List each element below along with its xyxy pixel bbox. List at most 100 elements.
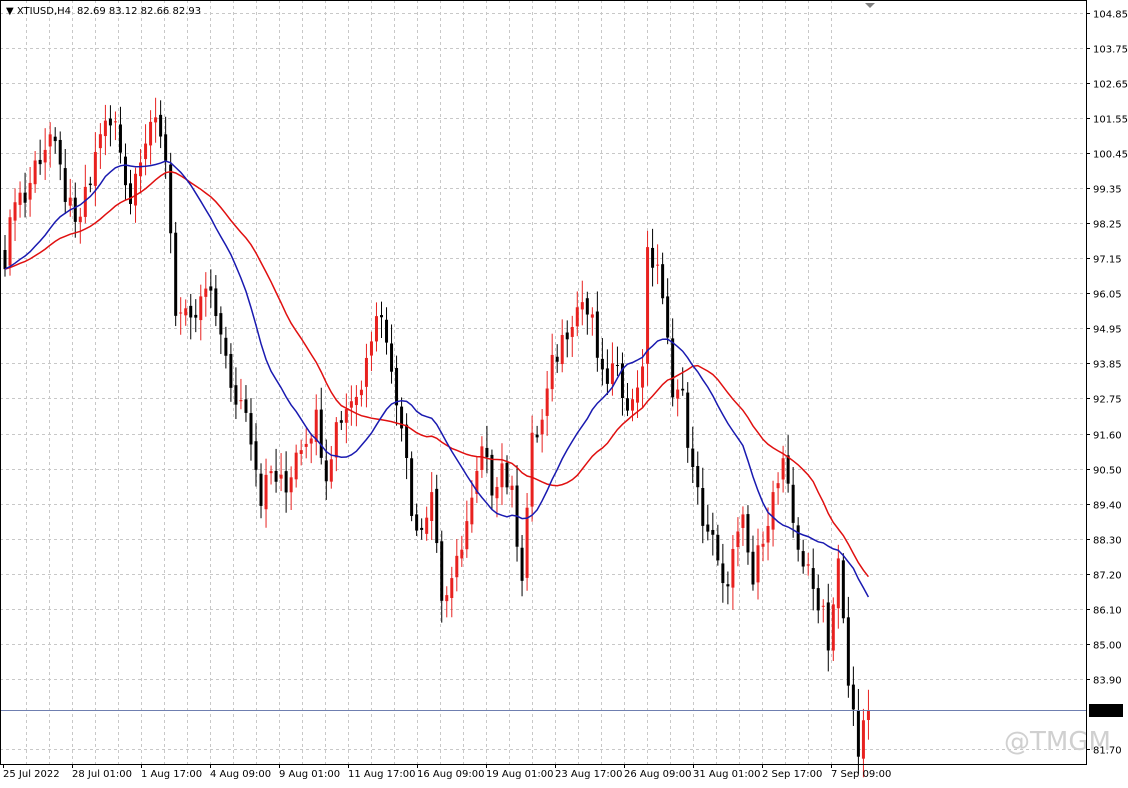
candle-body bbox=[535, 434, 539, 438]
candle-body bbox=[520, 547, 524, 581]
candle-body bbox=[530, 432, 534, 507]
candle-body bbox=[395, 367, 399, 406]
candle-body bbox=[359, 389, 363, 396]
time-axis-label: 7 Sep 09:00 bbox=[831, 769, 891, 780]
candle-body bbox=[344, 409, 348, 423]
price-axis-label: 101.55 bbox=[1093, 115, 1128, 126]
candle-body bbox=[259, 473, 263, 506]
price-axis-label: 91.60 bbox=[1093, 431, 1122, 442]
candle-body bbox=[465, 521, 469, 550]
current-price-label: 82.93 bbox=[1093, 706, 1122, 717]
candle-body bbox=[736, 531, 740, 548]
candle-body bbox=[284, 471, 288, 493]
candle-body bbox=[636, 387, 640, 403]
candle-body bbox=[93, 152, 97, 186]
candle-body bbox=[861, 720, 865, 759]
candle-body bbox=[159, 114, 163, 137]
candle-body bbox=[264, 474, 268, 510]
candle-body bbox=[73, 197, 77, 222]
candle-body bbox=[144, 143, 148, 160]
candle-body bbox=[560, 335, 564, 365]
candle-body bbox=[500, 463, 504, 488]
candle-body bbox=[103, 120, 107, 137]
candle-body bbox=[123, 156, 127, 186]
candle-body bbox=[209, 286, 213, 291]
candle-body bbox=[415, 514, 419, 531]
candle-body bbox=[274, 470, 278, 482]
current-price-tag: 82.93 bbox=[1089, 704, 1123, 717]
candle-body bbox=[349, 401, 353, 408]
time-axis-label: 26 Aug 09:00 bbox=[624, 769, 691, 780]
candle-body bbox=[605, 368, 609, 384]
candle-body bbox=[656, 264, 660, 266]
candle-body bbox=[565, 332, 569, 340]
candle-body bbox=[570, 327, 574, 337]
candle-body bbox=[555, 356, 559, 362]
candlestick-chart[interactable]: @TMGM 104.85103.75102.65101.55100.4599.3… bbox=[0, 0, 1128, 784]
candle-body bbox=[791, 484, 795, 523]
chart-window[interactable]: @TMGM 104.85 103.75 102.65 101.55 100.45 99.3… bbox=[0, 0, 1128, 784]
price-axis-label: 93.85 bbox=[1093, 360, 1122, 371]
price-axis-label: 102.65 bbox=[1093, 80, 1128, 91]
candle-body bbox=[364, 357, 368, 387]
candle-body bbox=[585, 298, 589, 315]
candle-body bbox=[33, 160, 37, 185]
price-axis-label: 104.85 bbox=[1093, 10, 1128, 21]
time-axis-label: 28 Jul 01:00 bbox=[72, 769, 132, 780]
candle-body bbox=[169, 164, 173, 234]
candle-body bbox=[741, 514, 745, 528]
candle-body bbox=[781, 458, 785, 480]
time-axis-label: 25 Jul 2022 bbox=[3, 769, 60, 780]
candle-body bbox=[269, 471, 273, 474]
candle-body bbox=[329, 459, 333, 482]
candle-body bbox=[651, 247, 655, 268]
candle-body bbox=[234, 385, 238, 405]
candle-body bbox=[771, 492, 775, 530]
candle-body bbox=[189, 305, 193, 318]
candle-body bbox=[721, 563, 725, 584]
candle-body bbox=[219, 313, 223, 335]
candle-body bbox=[244, 399, 248, 413]
candle-body bbox=[821, 605, 825, 607]
candle-body bbox=[706, 524, 710, 532]
candle-body bbox=[505, 462, 509, 488]
candle-body bbox=[179, 312, 183, 314]
candle-body bbox=[319, 409, 323, 458]
candle-body bbox=[681, 388, 685, 391]
candle-body bbox=[490, 454, 494, 496]
time-axis-label: 23 Aug 17:00 bbox=[555, 769, 622, 780]
ohlc-values: 82.69 83.12 82.66 82.93 bbox=[77, 6, 201, 17]
time-axis-label: 9 Aug 01:00 bbox=[279, 769, 340, 780]
shift-arrow-icon: ▼ bbox=[6, 6, 17, 17]
candle-body bbox=[299, 450, 303, 455]
time-axis-label: 11 Aug 17:00 bbox=[348, 769, 415, 780]
candle-body bbox=[455, 555, 459, 578]
candle-body bbox=[239, 400, 243, 402]
price-axis-label: 83.90 bbox=[1093, 676, 1122, 687]
price-axis-label: 92.75 bbox=[1093, 395, 1122, 406]
candle-body bbox=[113, 121, 117, 123]
candle-body bbox=[480, 446, 484, 470]
candle-body bbox=[460, 549, 464, 559]
price-axis-label: 89.40 bbox=[1093, 501, 1122, 512]
candle-body bbox=[13, 202, 17, 221]
candle-body bbox=[856, 710, 860, 757]
candle-body bbox=[746, 514, 750, 553]
candle-body bbox=[600, 358, 604, 370]
time-axis-label: 16 Aug 09:00 bbox=[417, 769, 484, 780]
candle-body bbox=[380, 315, 383, 318]
candle-body bbox=[194, 314, 198, 318]
candle-body bbox=[545, 388, 549, 416]
candle-body bbox=[174, 232, 178, 316]
candle-body bbox=[334, 422, 338, 458]
candle-body bbox=[590, 314, 594, 318]
candle-body bbox=[224, 337, 228, 356]
candle-body bbox=[811, 568, 815, 589]
price-axis-label: 94.95 bbox=[1093, 325, 1122, 336]
candle-body bbox=[254, 441, 258, 470]
time-axis-label: 19 Aug 01:00 bbox=[486, 769, 553, 780]
candle-body bbox=[846, 617, 850, 686]
candle-body bbox=[309, 438, 313, 444]
candle-body bbox=[776, 483, 780, 489]
candle-body bbox=[139, 162, 143, 177]
